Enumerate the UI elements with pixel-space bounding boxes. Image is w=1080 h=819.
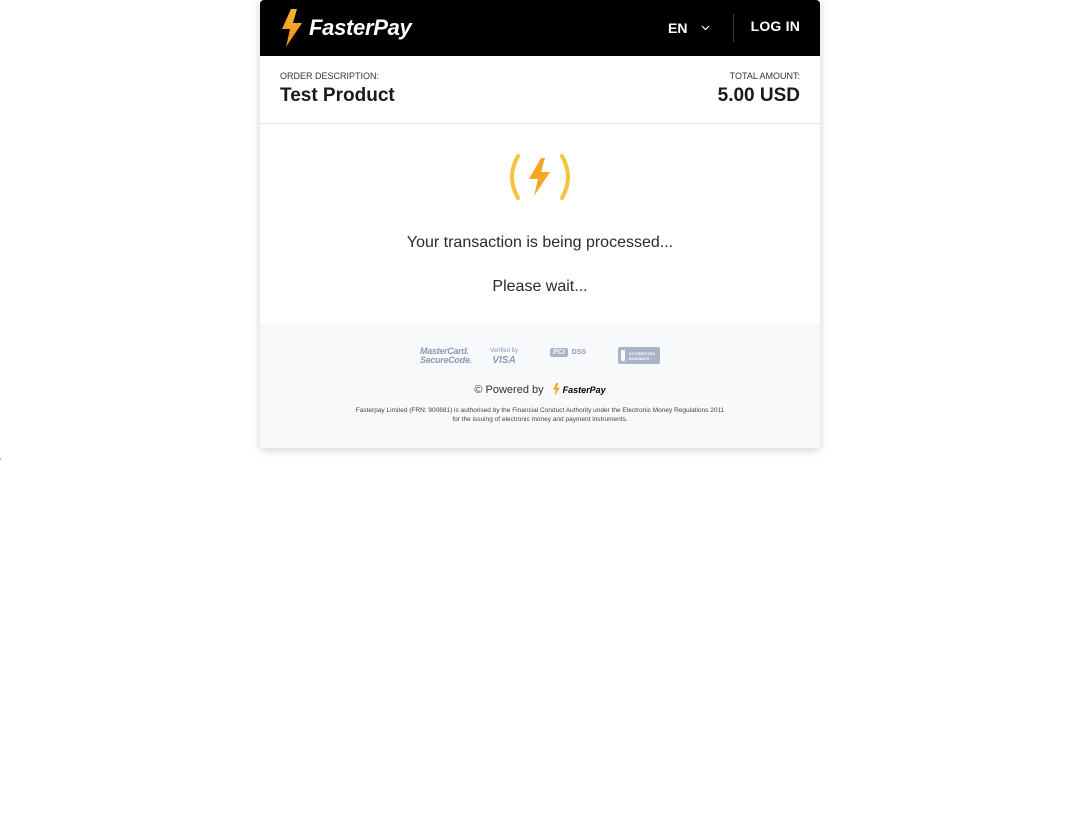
brand-name: FasterPay: [309, 15, 412, 40]
legal-disclaimer: Fasterpay Limited (FRN: 900681) is autho…: [355, 407, 725, 423]
visa-line2: VISA: [492, 355, 516, 366]
powered-by-brand: FasterPay: [562, 384, 606, 395]
total-amount-label: TOTAL AMOUNT:: [729, 71, 800, 81]
pci-mark: PCI: [550, 348, 568, 357]
bbb-accredited-badge: ACCREDITED BUSINESS: [618, 347, 660, 364]
language-label: EN: [668, 20, 688, 36]
mastercard-securecode-badge: MasterCard. SecureCode.: [420, 347, 472, 365]
lightning-bolt-icon: [552, 383, 560, 396]
footer: MasterCard. SecureCode. Verified by VISA…: [260, 323, 820, 448]
payment-card: FasterPay EN LOG IN ORDER DESCRIPTION: T…: [260, 0, 820, 448]
fasterpay-logo: FasterPay: [280, 9, 430, 47]
header-divider: [733, 14, 734, 42]
loading-bolt-icon: [508, 152, 572, 202]
chevron-down-icon: [701, 25, 710, 31]
order-description-label: ORDER DESCRIPTION:: [280, 71, 380, 81]
language-selector[interactable]: EN: [668, 18, 710, 38]
powered-by-logo: FasterPay: [552, 383, 606, 396]
header-bar: FasterPay EN LOG IN: [260, 0, 820, 56]
bbb-text: ACCREDITED BUSINESS: [628, 350, 656, 361]
verified-by-visa-badge: Verified by VISA: [490, 347, 518, 366]
bbb-icon: [621, 350, 625, 361]
mastercard-line2: SecureCode.: [420, 355, 472, 365]
pci-text: DSS: [571, 348, 587, 356]
visa-line1: Verified by: [490, 348, 519, 354]
powered-by: © Powered by FasterPay: [260, 383, 820, 396]
order-description-value: Test Product: [280, 85, 395, 106]
edge-artifact: [0, 458, 1, 460]
security-badges: MasterCard. SecureCode. Verified by VISA…: [260, 345, 820, 367]
wait-message: Please wait...: [492, 278, 588, 295]
login-button[interactable]: LOG IN: [751, 18, 800, 34]
total-amount-value: 5.00 USD: [717, 85, 800, 106]
processing-message: Your transaction is being processed...: [406, 234, 674, 251]
pci-dss-badge: PCI DSS: [550, 348, 586, 357]
order-summary: ORDER DESCRIPTION: Test Product TOTAL AM…: [260, 56, 820, 124]
powered-by-text: © Powered by: [474, 383, 544, 396]
lightning-bolt-icon: [282, 9, 302, 47]
